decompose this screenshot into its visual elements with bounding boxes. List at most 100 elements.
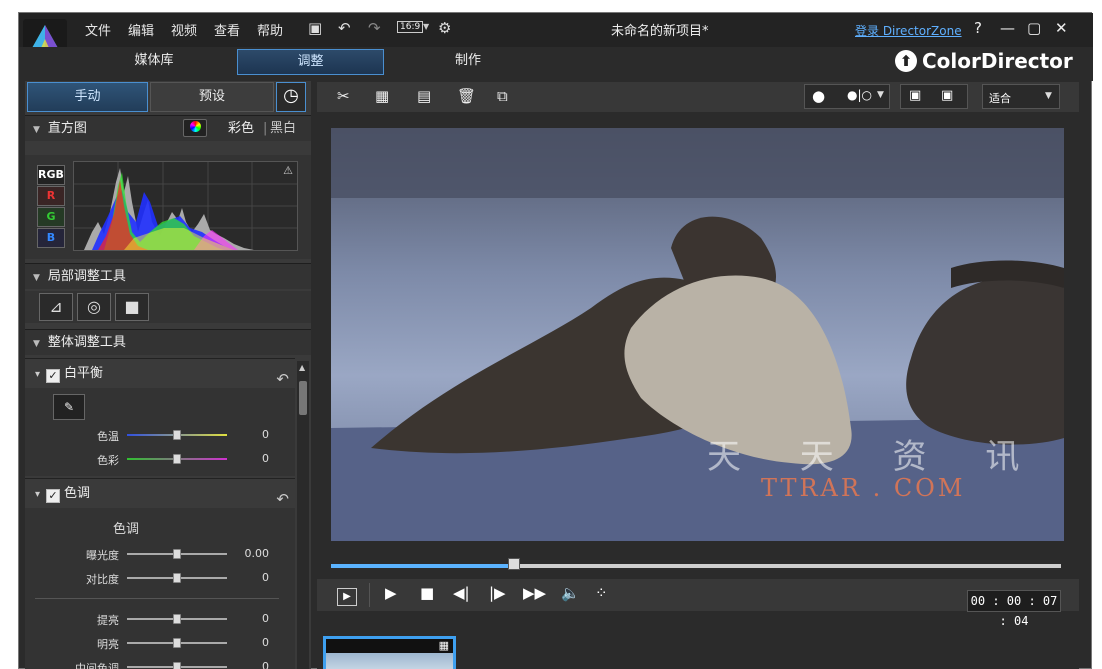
clip-thumbnail[interactable]: ▦ xyxy=(323,636,456,669)
slider-value: 0 xyxy=(262,612,269,625)
slider-label: 色温 xyxy=(97,430,119,443)
channel-rgb-button[interactable]: RGB xyxy=(37,165,65,185)
picture-large-icon[interactable]: ▣ xyxy=(909,88,921,103)
single-view-icon[interactable]: ● xyxy=(812,87,825,105)
eyedropper-icon[interactable]: ✎ xyxy=(53,394,85,420)
slider-label: 明亮 xyxy=(97,638,119,651)
gear-icon[interactable]: ⚙ xyxy=(438,19,451,37)
slider-knob[interactable] xyxy=(173,454,181,464)
temperature-slider[interactable] xyxy=(127,430,227,440)
fast-forward-icon[interactable]: ▶▶ xyxy=(523,584,546,602)
contrast-slider[interactable] xyxy=(127,573,227,583)
chevron-down-icon[interactable]: ▼ xyxy=(877,90,884,100)
channel-b-button[interactable]: B xyxy=(37,228,65,248)
white-balance-header[interactable]: ▾ ✓ 白平衡 ↶ xyxy=(25,358,295,388)
slider-knob[interactable] xyxy=(173,430,181,440)
tone-header[interactable]: ▾ ✓ 色调 ↶ xyxy=(25,478,295,508)
previous-frame-icon[interactable]: ◀| xyxy=(453,584,470,602)
volume-icon[interactable]: 🔈 xyxy=(561,584,580,602)
tone-checkbox[interactable]: ✓ xyxy=(46,489,61,503)
tone-title: 色调 xyxy=(64,486,91,501)
zoom-value: 适合 xyxy=(989,92,1011,105)
redo-icon[interactable]: ↷ xyxy=(368,19,381,37)
maximize-icon[interactable]: ▢ xyxy=(1027,19,1041,37)
close-icon[interactable]: ✕ xyxy=(1055,19,1068,37)
scrollbar-thumb[interactable] xyxy=(299,381,307,415)
split-view-icon[interactable]: ●|○ xyxy=(847,88,872,102)
slider-knob[interactable] xyxy=(173,614,181,624)
save-icon[interactable]: ▣ xyxy=(308,19,322,37)
panel-scrollbar[interactable]: ▲ xyxy=(297,361,309,669)
seek-bar[interactable] xyxy=(331,558,1061,570)
collapse-icon: ▼ xyxy=(33,125,40,135)
snapshot-icon[interactable]: ⧉ xyxy=(497,87,508,105)
tab-library[interactable]: 媒体库 xyxy=(99,49,209,75)
brand-logo: ⬆ ColorDirector xyxy=(895,49,1073,73)
minimize-icon[interactable]: — xyxy=(1000,19,1015,37)
help-button[interactable]: ? xyxy=(974,19,982,37)
undo-icon[interactable]: ↶ xyxy=(338,19,351,37)
channel-r-button[interactable]: R xyxy=(37,186,65,206)
highlights-slider[interactable] xyxy=(127,614,227,624)
split-clip-icon[interactable]: ▦ xyxy=(375,87,389,105)
tone-body: 色调 曝光度 0.00 对比度 0 提亮 0 明亮 0 中间色调 0 xyxy=(25,508,295,669)
preview-mode-icon[interactable]: ▶ xyxy=(337,588,357,606)
tab-manual[interactable]: 手动 xyxy=(27,82,148,112)
clipping-warning-icon[interactable]: ⚠ xyxy=(283,164,293,177)
stop-icon[interactable]: ■ xyxy=(420,584,434,602)
menu-view[interactable]: 查看 xyxy=(214,20,240,39)
menu-file[interactable]: 文件 xyxy=(85,20,111,39)
brightness-slider[interactable] xyxy=(127,638,227,648)
watermark-text: 天 天 资 讯 xyxy=(707,437,1044,477)
menu-video[interactable]: 视频 xyxy=(171,20,197,39)
slider-value: 0 xyxy=(262,660,269,669)
tint-slider[interactable] xyxy=(127,454,227,464)
slider-knob[interactable] xyxy=(173,549,181,559)
watermark-url: TTRAR . COM xyxy=(761,474,966,502)
adjust-panel: 手动 预设 ◷ ▼ 直方图 彩色 | 黑白 RGB R G B ⚠ ▼ 局部调整… xyxy=(25,81,311,669)
exposure-slider[interactable] xyxy=(127,549,227,559)
white-balance-checkbox[interactable]: ✓ xyxy=(46,369,61,383)
login-link[interactable]: 登录 DirectorZone xyxy=(855,22,962,39)
delete-icon[interactable]: 🗑 xyxy=(457,87,476,105)
channel-g-button[interactable]: G xyxy=(37,207,65,227)
histogram-header[interactable]: ▼ 直方图 彩色 | 黑白 xyxy=(25,115,311,141)
insert-clip-icon[interactable]: ▤ xyxy=(417,87,431,105)
brush-mask-icon[interactable]: ■ xyxy=(115,293,149,321)
tab-adjust[interactable]: 调整 xyxy=(237,49,384,75)
chevron-down-icon[interactable]: ▼ xyxy=(423,22,429,31)
tab-produce[interactable]: 制作 xyxy=(413,49,523,75)
aspect-ratio-button[interactable]: 16:9 xyxy=(397,21,424,33)
color-mode-button[interactable]: 彩色 xyxy=(228,116,254,141)
slider-row-temperature: 色温 0 xyxy=(25,426,295,444)
app-window: 文件 编辑 视频 查看 帮助 ▣ ↶ ↷ 16:9 ▼ ⚙ 未命名的新项目* 登… xyxy=(18,12,1093,669)
menu-help[interactable]: 帮助 xyxy=(257,20,283,39)
local-tools-header[interactable]: ▼ 局部调整工具 xyxy=(25,263,311,289)
play-icon[interactable]: ▶ xyxy=(385,584,397,602)
compare-mode-group: ● ●|○ ▼ xyxy=(804,84,890,109)
midtones-slider[interactable] xyxy=(127,662,227,669)
global-tools-title: 整体调整工具 xyxy=(47,335,126,350)
color-wheel-icon[interactable] xyxy=(183,119,207,137)
slider-label: 对比度 xyxy=(86,573,119,586)
clip-adjusted-icon: ▦ xyxy=(438,639,449,652)
tab-preset[interactable]: 预设 xyxy=(150,82,274,112)
global-tools-header[interactable]: ▼ 整体调整工具 xyxy=(25,329,311,355)
picture-small-icon[interactable]: ▣ xyxy=(941,88,953,103)
slider-knob[interactable] xyxy=(173,662,181,669)
slider-label: 提亮 xyxy=(97,614,119,627)
zoom-select[interactable]: 适合 ▼ xyxy=(982,84,1060,109)
scissors-icon[interactable]: ✂ xyxy=(337,87,350,105)
seek-handle[interactable] xyxy=(507,558,520,570)
next-frame-icon[interactable]: |▶ xyxy=(489,584,506,602)
radial-filter-icon[interactable]: ◎ xyxy=(77,293,111,321)
history-icon[interactable]: ◷ xyxy=(276,82,306,112)
bw-mode-button[interactable]: 黑白 xyxy=(270,116,296,141)
menu-edit[interactable]: 编辑 xyxy=(128,20,154,39)
settings-grid-icon[interactable]: ⁘ xyxy=(595,584,608,602)
graduated-filter-icon[interactable]: ⊿ xyxy=(39,293,73,321)
scroll-up-icon[interactable]: ▲ xyxy=(299,363,305,372)
white-balance-title: 白平衡 xyxy=(64,366,104,381)
slider-knob[interactable] xyxy=(173,573,181,583)
slider-knob[interactable] xyxy=(173,638,181,648)
